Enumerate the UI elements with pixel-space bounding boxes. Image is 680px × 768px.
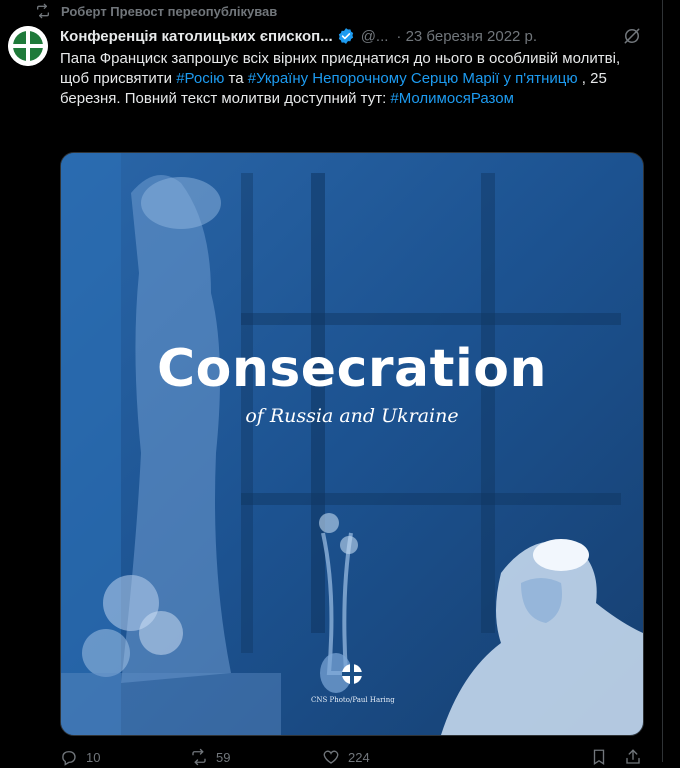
avatar[interactable] — [8, 26, 48, 66]
bookmark-icon — [593, 749, 605, 766]
reply-icon — [62, 751, 76, 766]
repost-button[interactable]: 59 — [190, 748, 230, 766]
verified-badge-icon — [338, 28, 353, 44]
like-count: 224 — [348, 749, 370, 765]
usccb-logo-icon — [8, 26, 48, 66]
bookmark-button[interactable] — [590, 748, 608, 766]
repost-icon — [37, 3, 49, 19]
tweet-date[interactable]: · 23 березня 2022 р. — [396, 28, 537, 45]
repost-icon — [192, 748, 206, 766]
hashtag-ukraine[interactable]: #Україну Непорочному Серцю Марії — [248, 70, 500, 87]
reply-button[interactable]: 10 — [60, 748, 100, 766]
share-button[interactable] — [624, 748, 642, 766]
image-subline: of Russia and Ukraine — [245, 405, 459, 427]
tweet-actions: 10 59 224 — [60, 748, 650, 768]
reply-count: 10 — [86, 749, 101, 765]
repost-label: Роберт Превост переопублікував — [61, 3, 278, 19]
hashtag-friday[interactable]: у п'ятницю — [503, 70, 577, 87]
tweet-card[interactable]: Роберт Превост переопублікував Конференц… — [0, 0, 663, 766]
text-part: та — [224, 70, 248, 87]
photo-background — [61, 153, 643, 735]
photo-credit: CNS Photo/Paul Haring — [311, 696, 395, 704]
share-icon — [626, 749, 640, 764]
hashtag-pray-together[interactable]: #МолимосяРазом — [390, 90, 513, 107]
like-icon — [323, 750, 339, 764]
repost-context[interactable]: Роберт Превост переопублікував — [35, 2, 277, 20]
repost-count: 59 — [216, 749, 231, 765]
like-button[interactable]: 224 — [322, 748, 370, 766]
hashtag-russia[interactable]: #Росію — [176, 70, 224, 87]
image-headline: Consecration — [156, 339, 548, 399]
grok-icon[interactable] — [622, 26, 642, 46]
author-name[interactable]: Конференція католицьких єпископ... — [60, 28, 333, 45]
author-handle[interactable]: @... — [361, 28, 389, 45]
tweet-media-image[interactable]: Consecration of Russia and Ukraine CNS P… — [60, 152, 644, 736]
tweet-text: Папа Франциск запрошує всіх вірних приєд… — [60, 49, 650, 109]
tweet-header: Конференція католицьких єпископ... @... … — [60, 26, 642, 46]
